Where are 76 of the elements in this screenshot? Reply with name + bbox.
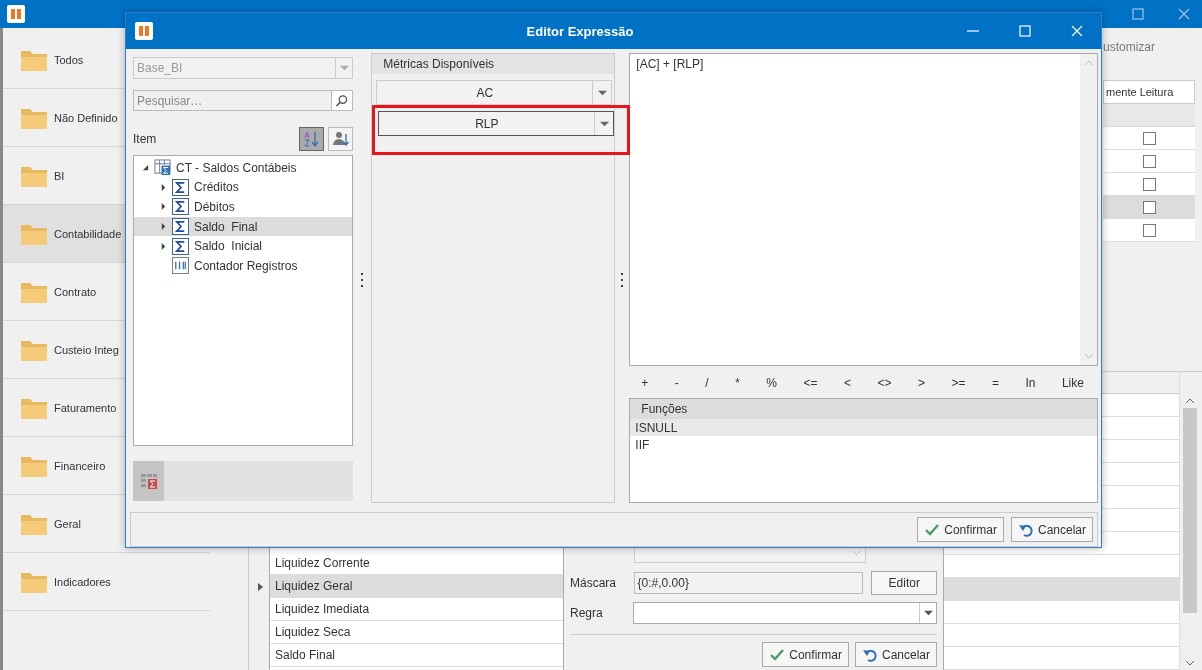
function-item[interactable]: ISNULL (630, 419, 1097, 436)
mask-label: Máscara (570, 576, 617, 590)
table-cell[interactable]: Saldo Final (270, 644, 563, 667)
category-item[interactable]: Indicadores (3, 553, 210, 611)
metric-dropdown[interactable]: RLP (378, 111, 615, 136)
operator-button[interactable]: / (701, 374, 713, 392)
table-cell[interactable]: Liquidez Geral (270, 575, 563, 598)
scrollbar[interactable] (1179, 372, 1199, 670)
cancel-button[interactable]: Cancelar (1010, 517, 1093, 542)
checkbox[interactable] (1142, 223, 1156, 237)
operator-button[interactable]: % (762, 374, 781, 392)
mask-field[interactable]: {0:#,0.00} (633, 572, 864, 594)
table-cell[interactable]: Liquidez Seca (270, 621, 563, 644)
sigma-icon (172, 218, 189, 236)
operator-button[interactable]: In (1021, 374, 1040, 392)
editor-button[interactable]: Editor (871, 571, 937, 595)
expand-icon[interactable] (160, 242, 167, 250)
dialog-title: Editor Expressão (525, 23, 635, 39)
scroll-down-icon[interactable] (1184, 660, 1195, 666)
maximize-icon[interactable] (1132, 8, 1144, 20)
expand-icon[interactable] (160, 183, 167, 191)
column-header[interactable]: mente Leitura (1103, 80, 1195, 104)
expand-icon[interactable] (160, 203, 167, 211)
operator-button[interactable]: + (637, 374, 653, 392)
sort-descending-icon (302, 130, 321, 148)
panel-header: Métricas Disponíveis (372, 54, 615, 74)
logo-icon (7, 5, 25, 23)
search-icon[interactable] (331, 90, 354, 111)
operator-button[interactable]: Like (1057, 374, 1088, 392)
toolbar-label[interactable]: ustomizar (1103, 28, 1195, 80)
checkbox[interactable] (1142, 200, 1156, 214)
metric-dropdown[interactable]: AC (376, 80, 613, 105)
checkbox[interactable] (1142, 154, 1156, 168)
splitter-grip-icon[interactable] (621, 272, 624, 287)
operator-button[interactable]: * (731, 374, 744, 392)
table-cell[interactable]: Liquidez Imediata (270, 598, 563, 621)
chevron-down-icon (852, 550, 861, 556)
table-sum-icon[interactable] (139, 472, 158, 490)
checkbox[interactable] (1142, 131, 1156, 145)
function-item[interactable]: IIF (630, 436, 1097, 453)
sigma-icon (172, 237, 189, 255)
operator-button[interactable]: >= (947, 374, 970, 392)
sort-user-button[interactable] (328, 127, 354, 151)
scroll-up-icon[interactable] (1184, 398, 1195, 404)
operator-button[interactable]: > (913, 374, 929, 392)
dropdown-arrow-icon (599, 120, 609, 127)
confirm-button[interactable]: Confirmar (762, 642, 849, 667)
counter-icon (172, 257, 189, 275)
item-label: Item (133, 132, 157, 146)
search-field[interactable]: Pesquisar… (133, 90, 332, 111)
operator-button[interactable]: = (987, 374, 1003, 392)
logo-icon (135, 22, 153, 40)
operator-button[interactable]: <= (799, 374, 822, 392)
scrollbar-thumb[interactable] (1182, 408, 1197, 613)
expand-icon[interactable] (160, 223, 167, 231)
rule-label: Regra (570, 606, 604, 620)
close-icon[interactable] (1178, 8, 1190, 20)
sigma-icon (172, 198, 189, 216)
dropdown-arrow-icon (597, 89, 607, 96)
sigma-icon (172, 178, 189, 196)
cancel-button[interactable]: Cancelar (854, 642, 937, 667)
operator-button[interactable]: <> (873, 374, 896, 392)
dropdown-arrow-icon (923, 610, 933, 616)
rule-dropdown[interactable] (633, 602, 937, 624)
confirm-button[interactable]: Confirmar (917, 517, 1004, 542)
panel-header: Funções (630, 399, 1097, 419)
sort-alpha-button[interactable] (299, 127, 325, 151)
splitter-grip-icon[interactable] (361, 272, 364, 287)
operator-button[interactable]: < (839, 374, 855, 392)
table-sum-icon (154, 159, 171, 177)
operator-button[interactable]: - (670, 374, 683, 392)
checkbox[interactable] (1142, 177, 1156, 191)
person-arrow-icon (331, 130, 350, 148)
collapse-icon[interactable] (142, 164, 149, 172)
expression-field[interactable]: [AC] + [RLP] (629, 53, 1098, 366)
dropdown-arrow-icon (339, 65, 349, 71)
